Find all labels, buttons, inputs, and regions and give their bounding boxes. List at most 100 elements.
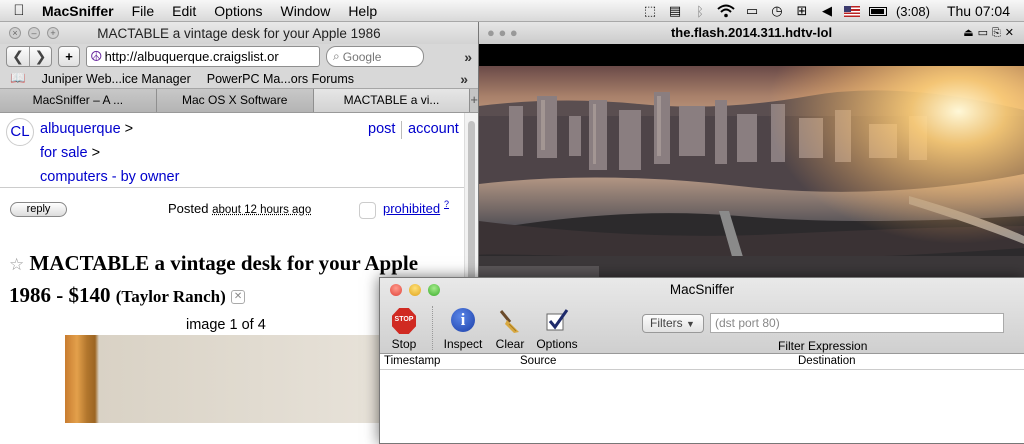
filter-expression-label: Filter Expression [778,339,868,353]
book-icon[interactable]: 📖 [10,71,26,86]
breadcrumb-category: for sale > [40,145,100,161]
favorite-star-icon[interactable]: ☆ [9,255,24,274]
bookmark-juniper[interactable]: Juniper Web...ice Manager [42,72,191,86]
posted-label: Posted [168,201,209,216]
screen-capture-icon[interactable]: ⬚ [642,3,658,19]
bluetooth-icon[interactable]: ᛒ [692,4,708,19]
breadcrumb-city: albuquerque > [40,121,133,137]
inspect-button[interactable]: i Inspect [442,308,484,351]
inspect-label: Inspect [443,337,483,351]
packet-table-header: Timestamp Source Destination [380,354,1024,370]
toolbar-separator [432,306,433,350]
window-controls-icon[interactable]: ● ● ● [487,22,518,44]
new-tab-button[interactable]: + [470,89,478,112]
battery-icon[interactable] [868,6,887,16]
clear-label: Clear [495,337,525,351]
filters-label: Filters [650,316,683,330]
breadcrumb-separator: > [91,145,101,161]
bookmarks-bar: 📖 Juniper Web...ice Manager PowerPC Ma..… [0,69,478,89]
hide-posting-icon[interactable]: ✕ [231,290,246,305]
video-title: the.flash.2014.311.hdtv-lol [670,25,833,40]
menu-file[interactable]: File [123,3,164,19]
info-icon: i [442,308,484,334]
account-link[interactable]: account [408,121,459,137]
menu-window[interactable]: Window [272,3,340,19]
breadcrumb-city-link[interactable]: albuquerque [40,121,121,137]
menu-edit[interactable]: Edit [163,3,205,19]
tab-macsniffer[interactable]: MacSniffer – A ... [0,89,157,112]
video-window-controls[interactable]: ⏏▭⎘✕ [963,22,1018,44]
menu-app-name[interactable]: MacSniffer [38,3,123,19]
post-link[interactable]: post [368,121,395,137]
divider [0,187,464,188]
stop-button[interactable]: STOP Stop [390,308,418,351]
options-button[interactable]: Options [534,308,580,351]
prohibited-link[interactable]: prohibited [383,201,440,216]
bookmark-powerpc[interactable]: PowerPC Ma...ors Forums [207,72,354,86]
search-icon: ⌕ [333,49,340,63]
site-icon: ☮ [90,48,103,64]
posting-photo[interactable] [65,335,395,423]
minimize-button[interactable]: – [28,27,40,39]
menu-bar:  MacSniffer File Edit Options Window He… [0,0,1024,22]
time-machine-icon[interactable]: ◷ [769,3,785,19]
address-bar[interactable]: ☮ http://albuquerque.craigslist.or [86,46,320,67]
url-text[interactable]: http://albuquerque.craigslist.or [105,49,279,64]
volume-icon[interactable]: ◀ [819,3,835,19]
tab-mac-os-x-software[interactable]: Mac OS X Software [156,89,314,112]
options-label: Options [536,337,578,351]
search-placeholder: Google [342,49,382,64]
tab-bar: MacSniffer – A ... Mac OS X Software MAC… [0,89,478,113]
menu-help[interactable]: Help [339,3,386,19]
filter-expression-input[interactable]: (dst port 80) [710,313,1004,333]
browser-toolbar: ❮ ❯ + ☮ http://albuquerque.craigslist.or… [0,44,478,69]
posting-location: (Taylor Ranch) [115,287,226,306]
battery-time[interactable]: (3:08) [896,4,930,19]
chevron-down-icon: ▼ [686,319,695,329]
posted-time: about 12 hours ago [212,204,312,216]
prohibited-help-link[interactable]: ? [444,199,449,209]
wifi-icon[interactable] [717,4,735,18]
image-counter: image 1 of 4 [186,317,266,333]
breadcrumb-category-link[interactable]: for sale [40,145,88,161]
clear-button[interactable]: Clear [492,308,528,351]
clock[interactable]: Thu 07:04 [947,3,1010,19]
document-icon[interactable]: ▤ [667,3,683,19]
column-source[interactable]: Source [520,355,556,367]
filters-popup[interactable]: Filters ▼ [642,314,704,333]
network-icon[interactable]: ⊞ [794,3,810,19]
packet-table-body[interactable] [380,370,1024,443]
macsniffer-toolbar: MacSniffer STOP Stop i Inspect Clear Opt… [380,278,1024,354]
scrollbar-thumb[interactable] [468,121,475,301]
column-destination[interactable]: Destination [798,355,856,367]
breadcrumb-separator: > [124,121,134,137]
add-bookmark-button[interactable]: + [58,46,80,67]
breadcrumb-subcategory[interactable]: computers - by owner [40,169,179,185]
us-flag-icon[interactable] [843,5,860,17]
zoom-button[interactable]: + [47,27,59,39]
stop-label: Stop [391,337,417,351]
column-timestamp[interactable]: Timestamp [384,355,440,367]
close-button[interactable]: × [9,27,21,39]
reply-button[interactable]: reply [10,202,67,217]
browser-title-bar[interactable]: × – + MACTABLE a vintage desk for your A… [0,22,478,44]
tab-mactable[interactable]: MACTABLE a vi... [313,89,471,112]
macsniffer-window: MacSniffer STOP Stop i Inspect Clear Opt… [379,277,1024,444]
browser-window-title: MACTABLE a vintage desk for your Apple 1… [97,25,381,41]
stop-icon: STOP [392,308,416,334]
back-button[interactable]: ❮ [7,47,29,66]
status-area: ⬚ ▤ ᛒ ▭ ◷ ⊞ ◀ (3:08) Thu 07:04 [642,0,1024,22]
apple-menu-icon[interactable]:  [0,2,38,19]
search-field[interactable]: ⌕ Google [326,46,424,67]
airplay-icon[interactable]: ▭ [744,3,760,19]
broom-icon [492,308,528,334]
craigslist-logo[interactable]: CL [6,118,34,146]
video-title-bar[interactable]: ● ● ● the.flash.2014.311.hdtv-lol ⏏▭⎘✕ [479,22,1024,44]
menu-options[interactable]: Options [205,3,271,19]
prohibited-checkbox[interactable] [359,202,376,219]
bookmarks-overflow-icon[interactable]: » [460,71,468,87]
link-divider [401,121,402,139]
toolbar-overflow-icon[interactable]: » [464,49,472,65]
posted-info: Posted about 12 hours ago [168,201,311,216]
forward-button[interactable]: ❯ [29,47,51,66]
